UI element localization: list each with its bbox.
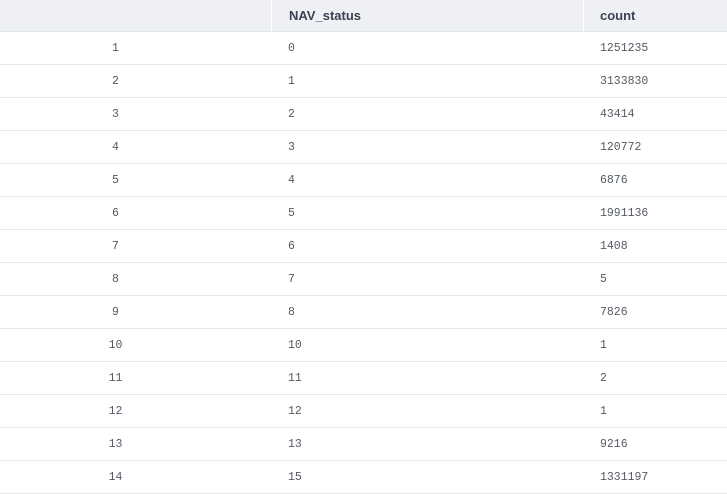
nav-status-cell: 3 [288, 141, 295, 154]
table-body: 1 0 1251235 2 1 3133830 3 2 43414 4 3 120772 5 4 6876 6… [0, 32, 727, 494]
table-row[interactable]: 4 3 120772 [0, 131, 727, 164]
nav-status-cell: 0 [288, 42, 295, 55]
table-row[interactable]: 8 7 5 [0, 263, 727, 296]
row-index-cell: 10 [108, 339, 123, 352]
column-header-count[interactable]: count [583, 0, 727, 32]
nav-status-cell: 11 [288, 372, 302, 385]
count-cell: 3133830 [600, 75, 649, 88]
nav-status-cell: 6 [288, 240, 295, 253]
nav-status-cell: 1 [288, 75, 295, 88]
count-cell: 5 [600, 273, 607, 286]
table-row[interactable]: 3 2 43414 [0, 98, 727, 131]
table-row[interactable]: 1 0 1251235 [0, 32, 727, 65]
count-cell: 1 [600, 339, 607, 352]
row-index-cell: 4 [112, 141, 119, 154]
row-index-cell: 5 [112, 174, 119, 187]
row-index-cell: 12 [108, 405, 123, 418]
column-header-nav-status[interactable]: NAV_status [271, 0, 583, 32]
count-cell: 120772 [600, 141, 642, 154]
row-index-cell: 1 [112, 42, 119, 55]
table-row[interactable]: 7 6 1408 [0, 230, 727, 263]
table-row[interactable]: 11 11 2 [0, 362, 727, 395]
row-index-cell: 9 [112, 306, 119, 319]
count-cell: 2 [600, 372, 607, 385]
table-row[interactable]: 9 8 7826 [0, 296, 727, 329]
table-row[interactable]: 5 4 6876 [0, 164, 727, 197]
count-cell: 1331197 [600, 471, 649, 484]
row-index-cell: 2 [112, 75, 119, 88]
table-row[interactable]: 13 13 9216 [0, 428, 727, 461]
row-index-cell: 14 [108, 471, 123, 484]
column-header-index[interactable] [0, 0, 271, 32]
nav-status-cell: 15 [288, 471, 302, 484]
count-cell: 1991136 [600, 207, 649, 220]
table-row[interactable]: 14 15 1331197 [0, 461, 727, 494]
row-index-cell: 8 [112, 273, 119, 286]
table-row[interactable]: 2 1 3133830 [0, 65, 727, 98]
table-row[interactable]: 6 5 1991136 [0, 197, 727, 230]
row-index-cell: 7 [112, 240, 119, 253]
nav-status-cell: 4 [288, 174, 295, 187]
nav-status-cell: 7 [288, 273, 295, 286]
row-index-cell: 6 [112, 207, 119, 220]
count-cell: 9216 [600, 438, 628, 451]
nav-status-cell: 8 [288, 306, 295, 319]
count-cell: 1 [600, 405, 607, 418]
count-cell: 7826 [600, 306, 628, 319]
count-cell: 6876 [600, 174, 628, 187]
table-header: NAV_status count [0, 0, 727, 32]
row-index-cell: 13 [108, 438, 123, 451]
nav-status-cell: 2 [288, 108, 295, 121]
table-row[interactable]: 12 12 1 [0, 395, 727, 428]
nav-status-cell: 12 [288, 405, 302, 418]
row-index-cell: 3 [112, 108, 119, 121]
count-cell: 1251235 [600, 42, 649, 55]
count-cell: 1408 [600, 240, 628, 253]
nav-status-cell: 10 [288, 339, 302, 352]
count-cell: 43414 [600, 108, 635, 121]
row-index-cell: 11 [108, 372, 123, 385]
nav-status-cell: 13 [288, 438, 302, 451]
results-table: NAV_status count 1 0 1251235 2 1 3133830 3 2 434… [0, 0, 727, 494]
nav-status-cell: 5 [288, 207, 295, 220]
table-row[interactable]: 10 10 1 [0, 329, 727, 362]
